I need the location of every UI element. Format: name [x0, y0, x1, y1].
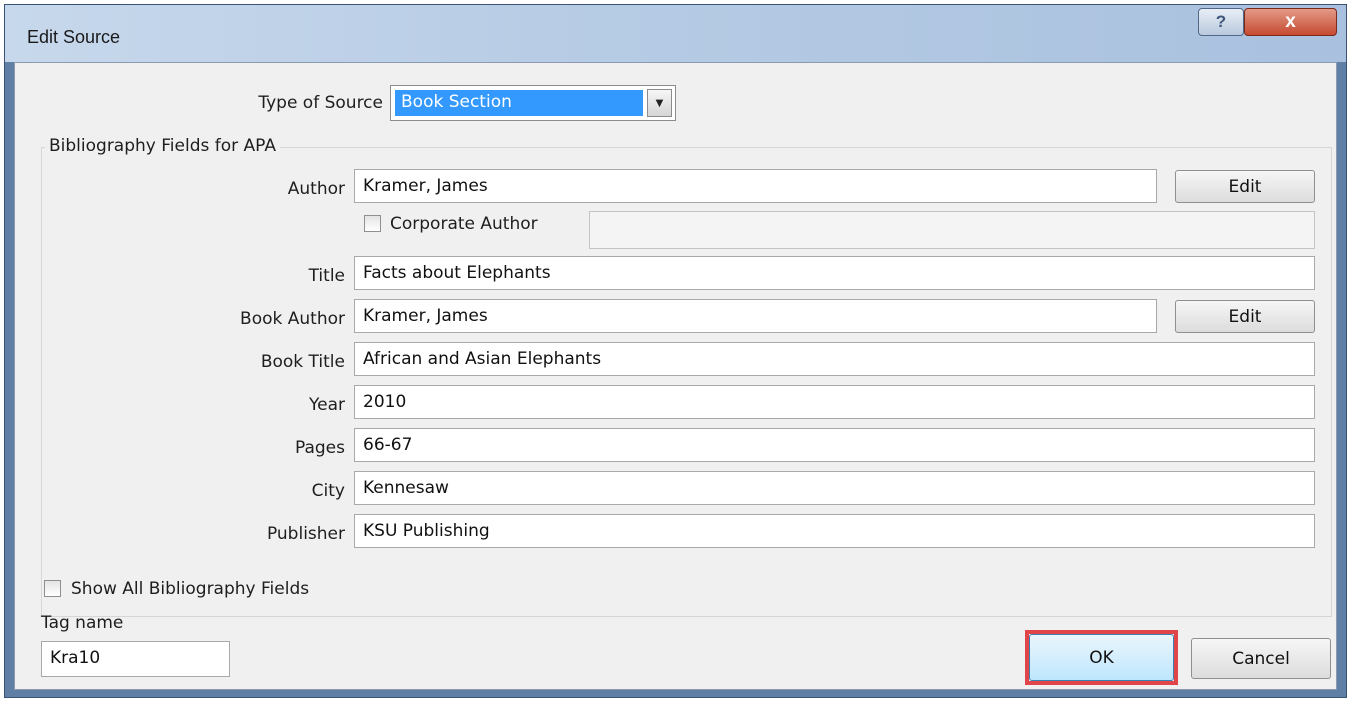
city-label: City	[311, 481, 345, 501]
type-of-source-value: Book Section	[395, 90, 643, 116]
show-all-checkbox[interactable]	[44, 580, 61, 597]
chevron-down-icon[interactable]: ▼	[647, 89, 672, 117]
title-bar[interactable]: Edit Source ? x	[5, 5, 1346, 62]
close-button[interactable]: x	[1244, 8, 1337, 36]
show-all-label: Show All Bibliography Fields	[71, 579, 310, 599]
dialog-title: Edit Source	[27, 27, 121, 47]
book-author-field[interactable]: Kramer, James	[354, 299, 1157, 333]
publisher-field[interactable]: KSU Publishing	[354, 514, 1315, 548]
author-label: Author	[287, 179, 345, 199]
title-label: Title	[308, 266, 345, 286]
year-field[interactable]: 2010	[354, 385, 1315, 419]
publisher-label: Publisher	[266, 524, 345, 544]
author-field[interactable]: Kramer, James	[354, 169, 1157, 203]
year-label: Year	[309, 395, 345, 415]
book-author-edit-button[interactable]: Edit	[1175, 300, 1315, 333]
pages-field[interactable]: 66-67	[354, 428, 1315, 462]
type-of-source-select[interactable]: Book Section ▼	[390, 85, 676, 121]
ok-button[interactable]: OK	[1029, 634, 1174, 681]
book-title-field[interactable]: African and Asian Elephants	[354, 342, 1315, 376]
group-label: Bibliography Fields for APA	[45, 136, 280, 156]
author-edit-button[interactable]: Edit	[1175, 170, 1315, 203]
help-icon: ?	[1215, 12, 1227, 31]
type-of-source-label: Type of Source	[258, 93, 383, 113]
tag-name-field[interactable]: Kra10	[41, 641, 230, 677]
book-title-label: Book Title	[260, 352, 345, 372]
edit-source-dialog: Edit Source ? x Type of Source Book Sect…	[4, 4, 1347, 698]
close-icon: x	[1285, 11, 1296, 32]
cancel-button[interactable]: Cancel	[1191, 638, 1331, 679]
tag-name-label: Tag name	[41, 613, 124, 633]
dialog-body: Type of Source Book Section ▼ Bibliograp…	[14, 62, 1337, 690]
corporate-author-label: Corporate Author	[390, 214, 538, 234]
title-field[interactable]: Facts about Elephants	[354, 256, 1315, 290]
city-field[interactable]: Kennesaw	[354, 471, 1315, 505]
corporate-author-checkbox[interactable]	[364, 215, 381, 232]
pages-label: Pages	[294, 438, 345, 458]
corporate-author-field[interactable]	[589, 211, 1315, 249]
help-button[interactable]: ?	[1198, 8, 1244, 36]
book-author-label: Book Author	[240, 309, 345, 329]
